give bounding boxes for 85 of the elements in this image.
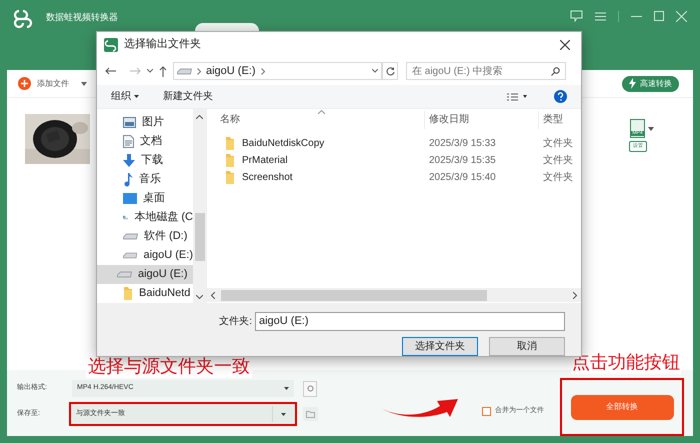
fast-convert-button[interactable]: 高速转换 [622,76,679,92]
scroll-right-icon[interactable] [573,292,577,298]
help-icon[interactable] [554,90,567,103]
file-type: 文件夹 [542,170,573,185]
app-logo-icon [104,38,118,52]
scroll-left-icon[interactable] [211,292,215,298]
lightning-icon [629,78,636,89]
app-title: 数据蛙视频转换器 [46,11,118,24]
nav-item[interactable]: 文档 [97,132,193,151]
menu-icon[interactable] [595,12,606,20]
nav-item[interactable]: 下载 [97,151,193,170]
music-note-icon [123,172,133,186]
drive-icon [123,233,138,240]
file-date: 2025/3/9 15:33 [428,137,497,151]
chevron-down-icon[interactable] [372,69,378,73]
search-icon [551,66,560,76]
file-row[interactable]: Screenshot 2025/3/9 15:40 文件夹 [207,169,581,186]
chevron-down-icon[interactable] [147,69,153,73]
caret-icon [134,95,139,98]
format-settings-button[interactable] [303,380,317,396]
dialog-button[interactable]: 取消 [489,337,565,356]
column-header[interactable]: 修改日期 [425,112,538,127]
nav-item[interactable]: aigoU (E:) [97,246,193,265]
nav-item[interactable]: 软件 (D:) [97,227,193,246]
folder-icon [123,287,133,300]
download-arrow-icon [123,154,135,167]
file-name: Screenshot [242,171,293,185]
gear-icon [306,385,314,392]
drive-icon [177,68,192,74]
refresh-button[interactable] [382,62,398,80]
caret-icon[interactable] [648,126,654,130]
caret-icon [281,412,286,416]
scroll-up-icon[interactable] [196,115,203,119]
file-type: 文件夹 [542,154,573,168]
refresh-icon [386,66,394,76]
pictures-icon [123,117,136,128]
desktop-icon [123,193,137,204]
organize-menu[interactable]: 组织 [111,89,139,104]
caret-icon[interactable] [81,82,87,86]
nav-item[interactable]: 桌面 [97,189,193,208]
search-field[interactable]: 在 aigoU (E:) 中搜索 [406,62,566,80]
file-date: 2025/3/9 15:40 [428,171,497,185]
file-type: 文件夹 [542,136,573,151]
nav-item[interactable]: aigoU (E:) [97,265,193,284]
nav-item[interactable]: 本地磁盘 (C [97,208,193,227]
chevron-right-icon[interactable] [260,68,265,74]
caret-icon [284,387,289,390]
scrollbar-thumb[interactable] [221,290,487,300]
view-options-icon[interactable] [507,92,528,100]
new-folder-button[interactable]: 新建文件夹 [163,89,213,104]
add-file-button[interactable]: 添加文件 [18,77,69,90]
plus-icon [18,77,31,90]
file-name: BaiduNetdiskCopy [242,137,324,151]
folder-label: 文件夹: [219,314,252,329]
folder-icon [225,171,235,184]
document-icon [123,135,134,148]
vertical-scrollbar[interactable] [193,109,206,303]
horizontal-scrollbar[interactable] [207,288,581,302]
nav-item[interactable]: 图片 [97,113,193,132]
dialog-title: 选择输出文件夹 [124,36,201,52]
feedback-icon[interactable] [570,10,583,22]
back-arrow-icon[interactable] [105,67,116,75]
drive-icon [123,252,138,259]
nav-item[interactable]: 音乐 [97,170,193,189]
folder-icon [225,154,235,167]
folder-icon [306,410,315,418]
app-logo-icon [13,8,33,28]
up-arrow-icon[interactable] [159,66,167,76]
chevron-right-icon [197,68,201,74]
file-row[interactable]: BaiduNetdiskCopy 2025/3/9 15:33 文件夹 [207,135,581,152]
file-row[interactable]: PrMaterial 2025/3/9 15:35 文件夹 [207,152,581,169]
folder-icon [225,137,235,150]
dialog-button[interactable]: 选择文件夹 [402,337,478,356]
drive-icon [117,271,132,278]
scrollbar-thumb[interactable] [194,213,204,261]
address-bar[interactable]: aigoU (E:) [173,62,382,80]
nav-item[interactable]: BaiduNetd [97,284,193,303]
file-date: 2025/3/9 15:35 [428,154,497,168]
scroll-down-icon[interactable] [196,295,203,299]
file-name: PrMaterial [242,154,288,168]
close-icon[interactable] [560,40,570,50]
folder-field[interactable]: aigoU (E:) [255,312,565,331]
column-header[interactable]: 类型 [539,112,563,127]
column-header[interactable]: 名称 [207,112,424,127]
maximize-icon[interactable] [654,11,664,21]
